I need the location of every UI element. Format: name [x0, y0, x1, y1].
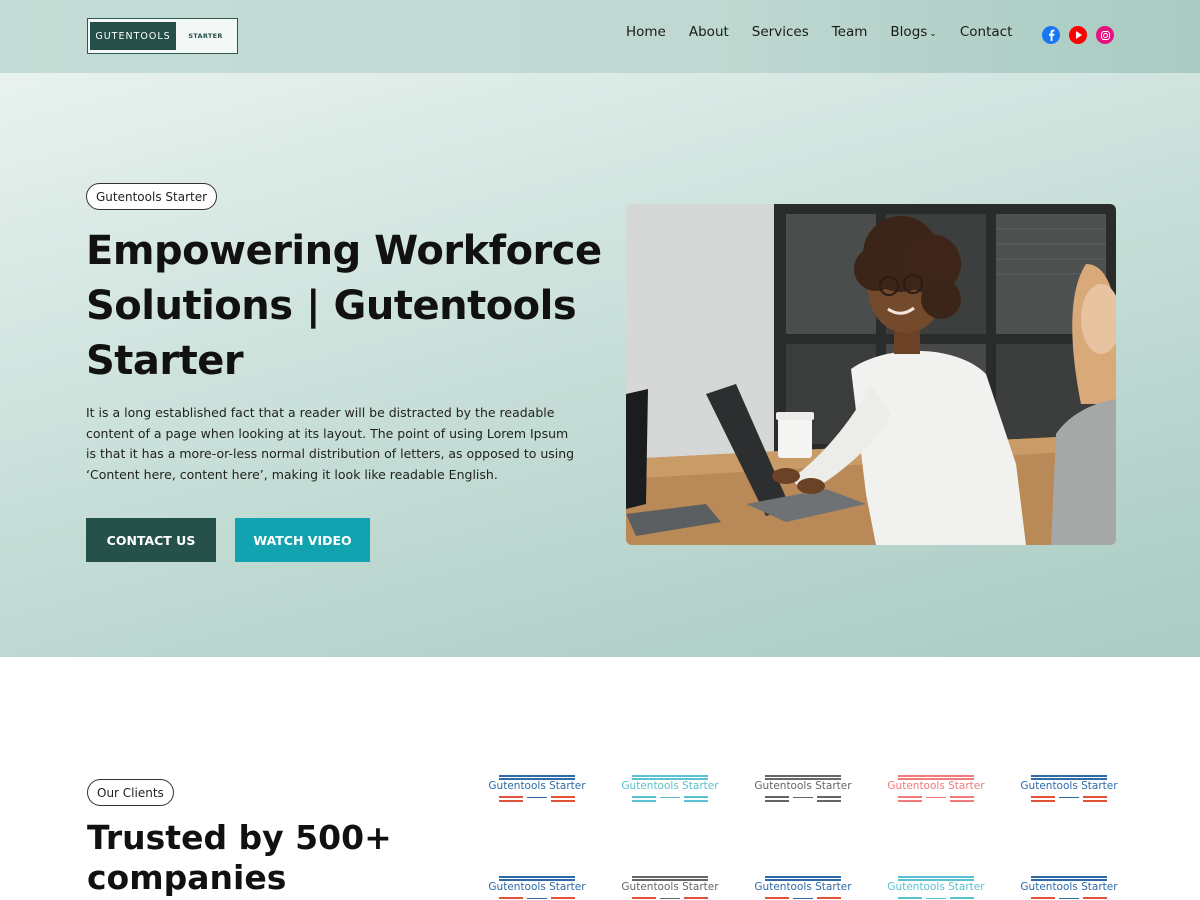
client-logo-bar	[765, 800, 789, 802]
client-logo-text: Gutentools Starter	[488, 881, 586, 893]
client-logo-bar	[1031, 897, 1055, 899]
client-logo-bar	[499, 775, 575, 777]
client-logo-text: Gutentools Starter	[754, 780, 852, 792]
client-logo-bar	[1059, 898, 1079, 899]
client-logo-bar	[632, 775, 708, 777]
client-logo-bar	[1031, 800, 1055, 802]
client-logo-bar	[1031, 876, 1107, 878]
clients-badge: Our Clients	[87, 779, 174, 806]
client-logo-bar	[950, 897, 974, 899]
contact-us-button[interactable]: CONTACT US	[86, 518, 216, 562]
client-logo-bar	[551, 800, 575, 802]
client-logo-bar	[632, 796, 656, 798]
client-logo-bar	[527, 898, 547, 899]
client-logo-bar	[632, 897, 656, 899]
client-logo-bar	[1031, 775, 1107, 777]
client-logo-bar	[817, 796, 841, 798]
hero-photo	[626, 204, 1116, 545]
client-logo-bar	[499, 876, 575, 878]
nav-services[interactable]: Services	[752, 24, 809, 40]
logo-wordmark: GUTENTOOLS	[90, 22, 176, 50]
facebook-glyph	[1049, 29, 1055, 41]
client-logo-bar	[898, 775, 974, 777]
client-logo-bar	[926, 797, 946, 798]
nav-contact[interactable]: Contact	[960, 24, 1013, 40]
client-logo-bar	[898, 876, 974, 878]
client-logo-bar	[499, 796, 523, 798]
client-logo-bar	[926, 898, 946, 899]
client-logo-bar	[817, 800, 841, 802]
client-logo: Gutentools Starter	[886, 876, 986, 900]
client-logo-bar	[499, 800, 523, 802]
client-logo: Gutentools Starter	[753, 876, 853, 900]
client-logo: Gutentools Starter	[487, 876, 587, 900]
client-logo-bar	[632, 876, 708, 878]
client-logo-bar	[660, 898, 680, 899]
woman-working-on-laptop-photo	[626, 204, 1116, 545]
client-logo-bar	[527, 797, 547, 798]
client-logo-bar	[684, 800, 708, 802]
nav-blogs-label: Blogs	[890, 24, 928, 40]
client-logo-bar	[950, 796, 974, 798]
client-logo-bar	[950, 800, 974, 802]
client-logo-bar	[1059, 797, 1079, 798]
client-logo-bar	[551, 796, 575, 798]
client-logo-bar	[765, 876, 841, 878]
client-logo-bar	[765, 897, 789, 899]
nav-team[interactable]: Team	[832, 24, 868, 40]
client-logo-text: Gutentools Starter	[1020, 881, 1118, 893]
chevron-down-icon: ⌄	[929, 29, 937, 39]
client-logo: Gutentools Starter	[487, 775, 587, 803]
play-glyph	[1075, 31, 1082, 39]
client-logo-text: Gutentools Starter	[887, 780, 985, 792]
camera-glyph	[1100, 30, 1110, 40]
nav-about[interactable]: About	[689, 24, 729, 40]
client-logo-text: Gutentools Starter	[621, 780, 719, 792]
hero-title: Empowering Workforce Solutions | Gutento…	[86, 228, 602, 384]
client-logo-text: Gutentools Starter	[754, 881, 852, 893]
main-nav: Home About Services Team Blogs ⌄ Contact	[626, 24, 1035, 40]
client-logo: Gutentools Starter	[620, 876, 720, 900]
hero-badge: Gutentools Starter	[86, 183, 218, 210]
client-logo: Gutentools Starter	[1019, 775, 1119, 803]
client-logo-bar	[660, 797, 680, 798]
watch-video-button[interactable]: WATCH VIDEO	[235, 518, 370, 562]
client-logo-bar	[793, 797, 813, 798]
youtube-icon[interactable]	[1069, 26, 1087, 44]
hero-description: It is a long established fact that a rea…	[86, 405, 575, 482]
client-logo: Gutentools Starter	[1019, 876, 1119, 900]
client-logo-bar	[793, 898, 813, 899]
client-logo-bar	[684, 796, 708, 798]
clients-title: Trusted by 500+ companies	[87, 818, 392, 897]
nav-home[interactable]: Home	[626, 24, 666, 40]
client-logo-bar	[765, 796, 789, 798]
client-logo: Gutentools Starter	[753, 775, 853, 803]
instagram-icon[interactable]	[1096, 26, 1114, 44]
client-logo-bar	[551, 897, 575, 899]
client-logo-bar	[632, 800, 656, 802]
logo-subtitle: STARTER	[188, 32, 223, 40]
client-logo-bar	[817, 897, 841, 899]
client-logo-bar	[1083, 897, 1107, 899]
client-logo-bar	[898, 897, 922, 899]
client-logo-bar	[1031, 796, 1055, 798]
client-logo: Gutentools Starter	[620, 775, 720, 803]
client-logo-bar	[898, 796, 922, 798]
client-logo-text: Gutentools Starter	[887, 881, 985, 893]
client-logo-bar	[765, 775, 841, 777]
client-logo-bar	[684, 897, 708, 899]
client-logo-text: Gutentools Starter	[621, 881, 719, 893]
client-logo: Gutentools Starter	[886, 775, 986, 803]
client-logo-text: Gutentools Starter	[488, 780, 586, 792]
social-links	[1042, 26, 1123, 44]
client-logo-text: Gutentools Starter	[1020, 780, 1118, 792]
site-logo[interactable]: GUTENTOOLS STARTER	[87, 18, 238, 54]
client-logo-bar	[898, 800, 922, 802]
facebook-icon[interactable]	[1042, 26, 1060, 44]
client-logo-bar	[1083, 796, 1107, 798]
client-logo-bar	[1083, 800, 1107, 802]
client-logo-bar	[499, 897, 523, 899]
nav-blogs[interactable]: Blogs ⌄	[890, 24, 936, 40]
